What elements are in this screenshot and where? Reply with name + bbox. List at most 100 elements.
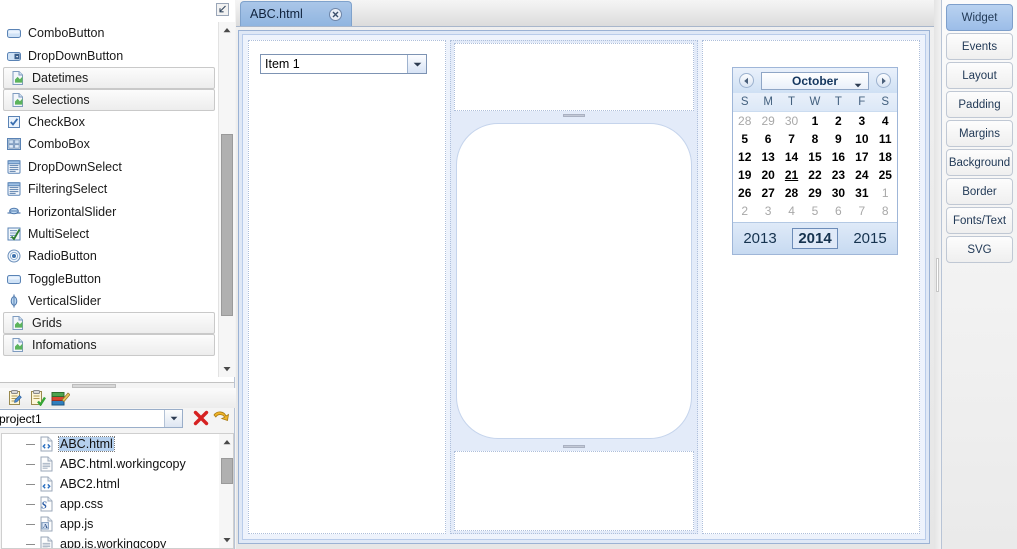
calendar-day-cell[interactable]: 17 (850, 150, 873, 164)
tab-abc-html[interactable]: ABC.html (240, 1, 352, 26)
tree-item-app-css[interactable]: Sapp.css (2, 494, 219, 514)
sidebar-tab-widget[interactable]: Widget (946, 4, 1013, 31)
calendar-day-cell[interactable]: 11 (874, 132, 897, 146)
calendar-day-cell[interactable]: 13 (756, 150, 779, 164)
calendar-day-cell[interactable]: 5 (803, 204, 826, 218)
tree-item-app-js-workingcopy[interactable]: app.js.workingcopy (2, 534, 219, 548)
calendar-day-cell[interactable]: 1 (803, 114, 826, 128)
collapse-arrow-icon[interactable] (216, 3, 229, 16)
palette-item-grids[interactable]: Grids (3, 312, 215, 335)
sidebar-tab-margins[interactable]: Margins (946, 120, 1013, 147)
chevron-left-icon[interactable] (739, 73, 754, 88)
palette-item-filteringselect[interactable]: FilteringSelect (0, 178, 218, 200)
scroll-up-arrow-icon[interactable] (219, 22, 235, 38)
sidebar-tab-padding[interactable]: Padding (946, 91, 1013, 118)
canvas-pane-center[interactable] (456, 123, 692, 439)
new-project-icon[interactable] (4, 389, 24, 407)
calendar-day-cell[interactable]: 7 (850, 204, 873, 218)
calendar-day-cell[interactable]: 6 (756, 132, 779, 146)
palette-item-infomations[interactable]: Infomations (3, 334, 215, 357)
calendar-day-cell[interactable]: 12 (733, 150, 756, 164)
palette-item-selections[interactable]: Selections (3, 88, 215, 111)
calendar-day-cell[interactable]: 7 (780, 132, 803, 146)
palette-item-dropdownbutton[interactable]: DropDownButton (0, 44, 218, 66)
calendar-day-cell[interactable]: 1 (874, 186, 897, 200)
combobox-widget[interactable]: Item 1 (260, 54, 427, 74)
canvas-pane-top[interactable] (454, 43, 694, 111)
sidebar-splitter[interactable] (934, 0, 941, 549)
palette-item-combobutton[interactable]: ComboButton (0, 22, 218, 44)
calendar-day-cell[interactable]: 3 (850, 114, 873, 128)
calendar-day-cell[interactable]: 30 (780, 114, 803, 128)
calendar-day-cell[interactable]: 3 (756, 204, 779, 218)
canvas-splitter-top[interactable] (451, 113, 697, 118)
palette-item-combobox[interactable]: ComboBox (0, 133, 218, 155)
palette-item-radiobutton[interactable]: RadioButton (0, 245, 218, 267)
palette-item-datetimes[interactable]: Datetimes (3, 66, 215, 89)
validate-project-icon[interactable] (27, 389, 47, 407)
calendar-day-cell[interactable]: 9 (827, 132, 850, 146)
calendar-day-cell[interactable]: 25 (874, 168, 897, 182)
canvas-column-left[interactable]: Item 1 (248, 40, 446, 534)
design-canvas[interactable]: Item 1 October S M T W T F S 28 29 30 1 … (238, 30, 930, 544)
calendar-day-cell[interactable]: 15 (803, 150, 826, 164)
calendar-widget[interactable]: October SMTWTFS 28 29 30 1 2 3 4 5 6 7 8 9 10 11 12 13 1… (732, 67, 898, 255)
chevron-down-icon[interactable] (407, 55, 426, 73)
palette-item-verticalslider[interactable]: VerticalSlider (0, 290, 218, 312)
canvas-column-middle[interactable] (450, 40, 698, 534)
calendar-day-cell[interactable]: 21 (780, 168, 803, 182)
calendar-day-cell[interactable]: 8 (874, 204, 897, 218)
sidebar-tab-background[interactable]: Background (946, 149, 1013, 176)
calendar-day-cell[interactable]: 29 (803, 186, 826, 200)
sidebar-tab-fonts-text[interactable]: Fonts/Text (946, 207, 1013, 234)
palette-scrollbar[interactable] (218, 22, 235, 377)
calendar-day-cell[interactable]: 4 (874, 114, 897, 128)
close-icon[interactable] (328, 7, 343, 22)
project-combo[interactable]: project1 (0, 409, 183, 428)
scroll-down-arrow-icon[interactable] (219, 361, 235, 377)
calendar-day-cell[interactable]: 22 (803, 168, 826, 182)
sidebar-tab-border[interactable]: Border (946, 178, 1013, 205)
calendar-year-2015[interactable]: 2015 (848, 229, 891, 248)
calendar-month-select[interactable]: October (761, 71, 869, 90)
chevron-right-icon[interactable] (876, 73, 891, 88)
calendar-day-cell[interactable]: 29 (756, 114, 779, 128)
tree-item-app-js[interactable]: Aapp.js (2, 514, 219, 534)
chevron-down-icon[interactable] (164, 410, 182, 427)
palette-item-togglebutton[interactable]: ToggleButton (0, 268, 218, 290)
canvas-splitter-bottom[interactable] (451, 444, 697, 449)
scroll-down-arrow-icon[interactable] (219, 532, 235, 548)
tree-item-abc-html[interactable]: ABC.html (2, 434, 219, 454)
calendar-day-cell[interactable]: 20 (756, 168, 779, 182)
calendar-day-cell[interactable]: 14 (780, 150, 803, 164)
calendar-day-cell[interactable]: 30 (827, 186, 850, 200)
calendar-day-cell[interactable]: 28 (780, 186, 803, 200)
tree-scroll-thumb[interactable] (221, 458, 233, 484)
calendar-day-cell[interactable]: 5 (733, 132, 756, 146)
calendar-year-2013[interactable]: 2013 (738, 229, 781, 248)
palette-item-list[interactable]: ComboButton DropDownButton Datetimes Select… (0, 22, 218, 377)
calendar-day-cell[interactable]: 19 (733, 168, 756, 182)
calendar-day-cell[interactable]: 2 (733, 204, 756, 218)
calendar-day-cell[interactable]: 10 (850, 132, 873, 146)
calendar-day-cell[interactable]: 8 (803, 132, 826, 146)
sidebar-tab-layout[interactable]: Layout (946, 62, 1013, 89)
calendar-day-cell[interactable]: 27 (756, 186, 779, 200)
calendar-day-cell[interactable]: 24 (850, 168, 873, 182)
refresh-icon[interactable] (212, 409, 230, 427)
tree-scrollbar[interactable] (219, 433, 234, 549)
project-file-tree[interactable]: ABC.html ABC.html.workingcopy ABC2.html Sap… (1, 433, 219, 549)
calendar-day-cell[interactable]: 6 (827, 204, 850, 218)
calendar-day-cell[interactable]: 2 (827, 114, 850, 128)
canvas-pane-bottom[interactable] (454, 451, 694, 531)
palette-item-horizontalslider[interactable]: HorizontalSlider (0, 200, 218, 222)
calendar-day-grid[interactable]: 28 29 30 1 2 3 4 5 6 7 8 9 10 11 12 13 14 15 16 17 18 19 20 21 2… (733, 112, 897, 220)
sidebar-tab-svg[interactable]: SVG (946, 236, 1013, 263)
calendar-day-cell[interactable]: 16 (827, 150, 850, 164)
calendar-day-cell[interactable]: 31 (850, 186, 873, 200)
palette-scroll-thumb[interactable] (221, 134, 233, 316)
canvas-column-right[interactable]: October SMTWTFS 28 29 30 1 2 3 4 5 6 7 8 9 10 11 12 13 1… (702, 40, 920, 534)
delete-icon[interactable] (192, 409, 210, 427)
calendar-day-cell[interactable]: 23 (827, 168, 850, 182)
calendar-day-cell[interactable]: 28 (733, 114, 756, 128)
